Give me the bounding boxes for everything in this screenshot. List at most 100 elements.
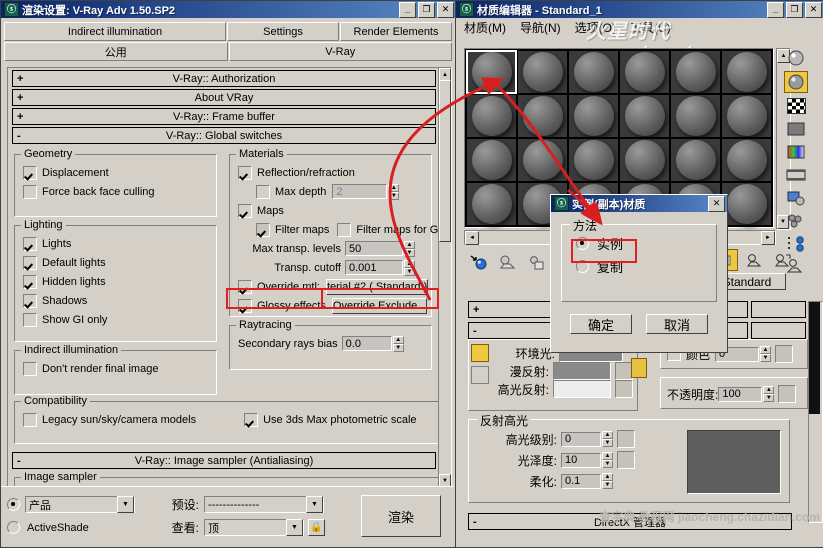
max-depth-checkbox[interactable]	[256, 184, 270, 199]
checkbox-row-reflection-refraction[interactable]: Reflection/refraction	[238, 164, 425, 181]
put-to-library-icon[interactable]	[772, 250, 794, 270]
material-slot[interactable]	[518, 139, 567, 181]
hidden-lights-checkbox[interactable]	[23, 274, 37, 289]
use-photometric-scale-checkbox[interactable]	[244, 412, 259, 427]
checker-background-icon[interactable]	[785, 96, 807, 116]
sample-uv-tiling-icon[interactable]	[785, 119, 807, 139]
opacity-map-button[interactable]	[778, 385, 797, 403]
filter-maps-for-gi-checkbox[interactable]	[337, 222, 352, 237]
material-slot[interactable]	[569, 51, 618, 93]
show-gi-only-checkbox[interactable]	[23, 312, 37, 327]
checkbox-row-dont-render-final-image[interactable]: Don't render final image	[23, 360, 210, 377]
minimize-button[interactable]: _	[399, 1, 416, 18]
max-transp-levels-spinner[interactable]: ▲ ▼	[404, 240, 415, 257]
material-slot[interactable]	[518, 51, 567, 93]
rollout-vray-global-switches[interactable]: - V-Ray:: Global switches	[12, 127, 436, 144]
opacity-spinner[interactable]: ▲ ▼	[763, 386, 775, 402]
view-select[interactable]: 顶 ▼	[204, 519, 304, 536]
rollout-vray-frame-buffer[interactable]: + V-Ray:: Frame buffer	[12, 108, 436, 125]
filter-maps-row[interactable]: Filter maps Filter maps for GI	[238, 221, 441, 238]
secondary-rays-bias-row[interactable]: Secondary rays bias 0.0 ▲ ▼	[238, 335, 425, 352]
ambient-diffuse-lock-toggle-icon[interactable]	[471, 344, 489, 362]
options-icon[interactable]	[785, 188, 807, 208]
force-back-face-culling-checkbox[interactable]	[23, 184, 37, 199]
scrollbar-thumb[interactable]	[439, 80, 451, 242]
checkbox-row-force-back-face-culling[interactable]: Force back face culling	[23, 183, 210, 200]
chevron-down-icon[interactable]: ▼	[306, 496, 323, 513]
material-slot[interactable]	[620, 139, 669, 181]
mode-product-radio[interactable]	[7, 498, 20, 511]
max-depth-row[interactable]: Max depth 2 ▲ ▼	[238, 183, 425, 200]
sample-sphere-highlight-icon[interactable]	[784, 71, 808, 93]
tab-vray[interactable]: V-Ray	[228, 42, 452, 61]
material-editor-sidebar-toolbar[interactable]	[776, 48, 816, 277]
menu-material[interactable]: 材质(M)	[464, 19, 506, 36]
render-button[interactable]: 渲染	[361, 495, 441, 537]
secondary-rays-bias-input[interactable]: 0.0	[341, 336, 392, 351]
transp-cutoff-spinner[interactable]: ▲ ▼	[404, 259, 415, 276]
lock-icon[interactable]	[631, 358, 647, 378]
diffuse-color-swatch[interactable]	[553, 362, 611, 380]
checkbox-row-hidden-lights[interactable]: Hidden lights	[23, 273, 210, 290]
specular-map-button[interactable]	[615, 380, 633, 398]
lock-icon[interactable]: 🔒	[308, 519, 325, 536]
scroll-left-button[interactable]: ◄	[465, 231, 479, 245]
checkbox-row-displacement[interactable]: Displacement	[23, 164, 210, 181]
option-row-instance[interactable]: 实例	[576, 233, 716, 253]
rollout-image-sampler[interactable]: - V-Ray:: Image sampler (Antialiasing)	[12, 452, 436, 469]
material-slot[interactable]	[722, 139, 771, 181]
material-slot[interactable]	[722, 51, 771, 93]
tab-indirect-illumination[interactable]: Indirect illumination	[4, 22, 226, 41]
lights-checkbox[interactable]	[23, 236, 37, 251]
transp-cutoff-input[interactable]: 0.001	[345, 260, 403, 275]
max-transp-levels-input[interactable]: 50	[345, 241, 403, 256]
self-illumination-map-button[interactable]	[775, 345, 794, 363]
chevron-down-icon[interactable]: ▼	[286, 519, 303, 536]
maps-checkbox[interactable]	[238, 203, 252, 218]
override-mtl-button[interactable]: terial #2 ( Standard )	[325, 278, 429, 295]
cancel-button[interactable]: 取消	[646, 314, 708, 334]
specular-level-input[interactable]: 0	[561, 431, 601, 447]
video-color-check-icon[interactable]	[785, 142, 807, 162]
material-slot[interactable]	[569, 139, 618, 181]
filter-maps-checkbox[interactable]	[256, 222, 270, 237]
specular-level-spinner[interactable]: ▲ ▼	[602, 431, 613, 447]
checkbox-row-show-gi-only[interactable]: Show GI only	[23, 311, 210, 328]
glossiness-input[interactable]: 10	[561, 452, 601, 468]
assign-material-to-selection-icon[interactable]	[497, 253, 519, 273]
tab-render-elements[interactable]: Render Elements	[340, 22, 452, 41]
select-by-material-icon[interactable]	[785, 211, 807, 231]
material-slot[interactable]	[466, 50, 517, 94]
override-mtl-checkbox[interactable]	[238, 279, 252, 294]
tab-settings[interactable]: Settings	[227, 22, 339, 41]
make-material-unique-icon[interactable]	[744, 250, 766, 270]
dont-render-final-image-checkbox[interactable]	[23, 361, 37, 376]
opacity-input[interactable]: 100	[718, 386, 763, 402]
close-button[interactable]: ✕	[437, 1, 454, 18]
rollout-scroll-panel[interactable]: + V-Ray:: Authorization + About VRay + V…	[7, 67, 447, 489]
ok-button[interactable]: 确定	[570, 314, 632, 334]
instance-radio[interactable]	[576, 236, 589, 250]
override-mtl-row[interactable]: Override mtl: terial #2 ( Standard )	[238, 278, 429, 295]
checkbox-row-maps[interactable]: Maps	[238, 202, 425, 219]
material-slot[interactable]	[620, 95, 669, 137]
material-slot[interactable]	[467, 139, 516, 181]
material-slot[interactable]	[569, 95, 618, 137]
option-row-copy[interactable]: 复制	[576, 256, 716, 276]
rollout-scrollbar[interactable]: ▲ ▼	[438, 67, 452, 489]
material-slot[interactable]	[467, 95, 516, 137]
material-slot[interactable]	[671, 139, 720, 181]
reflection-refraction-checkbox[interactable]	[238, 165, 252, 180]
max-depth-input[interactable]: 2	[332, 184, 388, 199]
make-preview-icon[interactable]	[785, 165, 807, 185]
sample-sphere-icon[interactable]	[785, 48, 807, 68]
chevron-down-icon[interactable]: ▼	[117, 496, 134, 513]
material-slot[interactable]	[722, 95, 771, 137]
checkbox-row-lights[interactable]: Lights	[23, 235, 210, 252]
material-slot[interactable]	[722, 183, 771, 225]
tab-common[interactable]: 公用	[4, 42, 228, 61]
soften-input[interactable]: 0.1	[561, 473, 601, 489]
specular-level-map-button[interactable]	[617, 430, 635, 448]
copy-radio[interactable]	[576, 259, 589, 273]
close-button[interactable]: ✕	[708, 195, 725, 212]
